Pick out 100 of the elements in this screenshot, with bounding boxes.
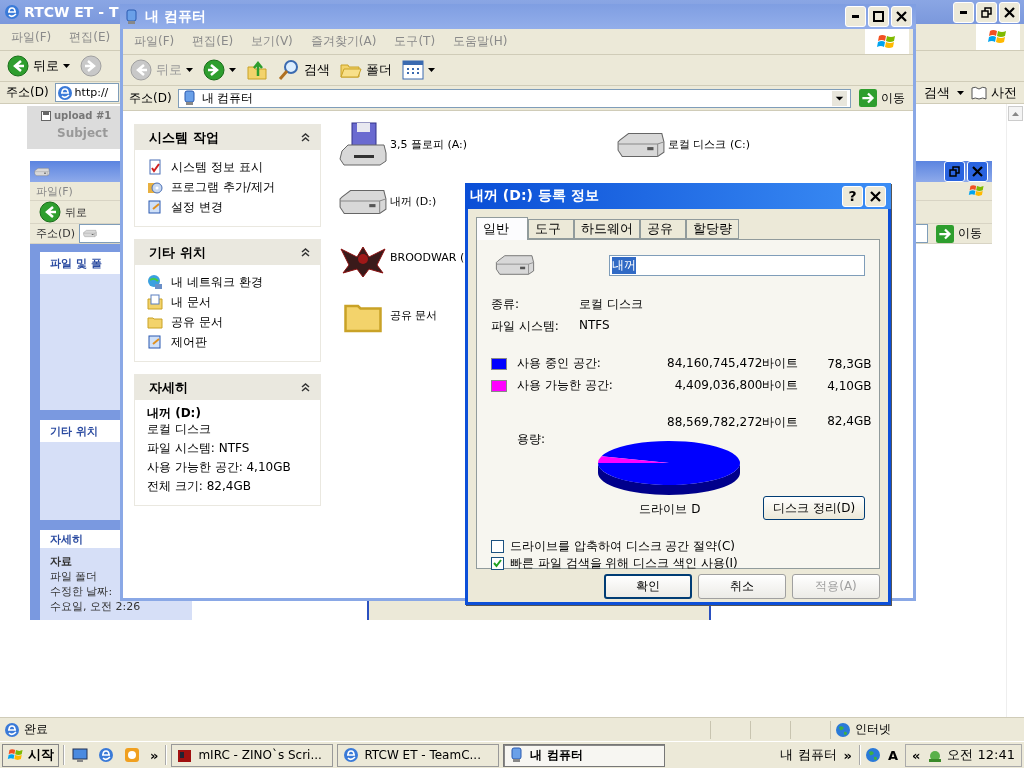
ime-indicator[interactable]: A	[884, 747, 901, 763]
hard-drive-icon	[616, 130, 666, 160]
browser-e-icon	[98, 747, 114, 763]
browser-e-icon	[343, 747, 360, 763]
checkbox[interactable]	[491, 540, 504, 553]
address-field[interactable]: http://	[54, 83, 119, 102]
close-button[interactable]	[865, 185, 886, 207]
window-title: 내 컴퓨터	[145, 7, 206, 26]
close-button[interactable]	[967, 161, 988, 182]
page-icon	[56, 84, 73, 101]
panel-header[interactable]: 기타 위치	[135, 240, 320, 265]
upload-label: upload #1	[41, 110, 123, 121]
panel-title: 기타 위치	[50, 423, 98, 439]
address-label: 주소(D)	[5, 84, 50, 101]
forward-button[interactable]	[77, 55, 105, 77]
dictionary-button[interactable]: 사전	[968, 83, 1020, 102]
go-button[interactable]: 이동	[932, 224, 986, 243]
close-button[interactable]	[891, 6, 912, 27]
item-label[interactable]: 공유 문서	[390, 308, 438, 323]
minimize-button[interactable]	[845, 6, 866, 27]
panel-header[interactable]: 시스템 작업	[135, 125, 320, 150]
more-chevron[interactable]: »	[147, 747, 162, 763]
dialog-title: 내꺼 (D:) 등록 정보	[470, 187, 599, 205]
item-label[interactable]: 로컬 디스크 (C:)	[668, 137, 750, 152]
task-link[interactable]: 내 문서	[147, 293, 310, 311]
folders-button[interactable]: 폴더	[337, 59, 395, 81]
tab[interactable]: 도구	[528, 219, 574, 239]
more-chevron[interactable]: »	[840, 747, 855, 763]
start-button[interactable]: 시작	[2, 743, 59, 767]
item-label[interactable]: 내꺼 (D:)	[390, 194, 437, 209]
collapse-chevron-icon	[301, 383, 310, 392]
go-button[interactable]: 이동	[855, 89, 909, 107]
tab[interactable]: 공유	[640, 219, 686, 239]
desktop-icon	[72, 747, 88, 763]
task-link[interactable]: 내 네트워크 환경	[147, 273, 310, 291]
minimize-button[interactable]	[953, 1, 974, 23]
item-label[interactable]: BROODWAR (	[390, 251, 465, 264]
help-button[interactable]: ?	[842, 185, 863, 207]
globe-icon	[864, 747, 881, 763]
up-folder-icon	[246, 59, 268, 81]
search-button[interactable]: 검색	[921, 83, 953, 102]
item-label[interactable]: 3,5 플로피 (A:)	[390, 137, 468, 152]
scroll-up-button[interactable]	[1008, 106, 1023, 121]
dialog-button[interactable]: 확인	[604, 574, 692, 599]
dropdown-caret-icon	[186, 68, 193, 72]
subject-label: Subject	[56, 126, 109, 140]
restore-icon	[949, 166, 960, 177]
task-link[interactable]: 설정 변경	[147, 198, 310, 216]
panel-title: 자세히	[50, 531, 83, 547]
restore-icon	[981, 6, 992, 18]
back-button[interactable]: 뒤로	[36, 201, 90, 223]
detail-text: 파일 시스템: NTFS	[147, 440, 251, 457]
name-field[interactable]: 내꺼	[609, 254, 865, 276]
checkbox[interactable]	[491, 557, 504, 570]
task-link[interactable]: 제어판	[147, 333, 310, 351]
tab[interactable]: 일반	[476, 217, 528, 240]
restore-button[interactable]	[976, 1, 997, 23]
panel-header[interactable]: 자세히	[135, 375, 320, 400]
taskbar-button[interactable]: 내 컴퓨터	[503, 743, 666, 767]
views-button[interactable]	[399, 60, 438, 80]
disk-cleanup-button[interactable]: 디스크 정리(D)	[763, 496, 865, 520]
dropdown-caret-icon	[229, 68, 236, 72]
task-link[interactable]: 시스템 정보 표시	[147, 158, 310, 176]
close-button[interactable]	[999, 1, 1020, 23]
restore-button[interactable]	[944, 161, 965, 182]
address-field[interactable]: 내 컴퓨터	[177, 88, 851, 108]
book-icon	[971, 84, 987, 101]
address-label: 주소(D)	[128, 89, 173, 107]
taskbar-button[interactable]: mIRC - ZINO`s Scri...	[171, 743, 334, 767]
task-link[interactable]: 공유 문서	[147, 313, 310, 331]
page-icon	[4, 721, 20, 738]
tray-expand-button[interactable]: «	[909, 747, 924, 763]
minimize-icon	[960, 10, 967, 14]
detail-text: 수요일, 오전 2:26	[50, 599, 142, 614]
task-link[interactable]: 프로그램 추가/제거	[147, 178, 310, 196]
tab[interactable]: 할당량	[686, 219, 739, 239]
folder-icon	[147, 314, 163, 330]
computer-icon	[181, 90, 198, 106]
collapse-chevron-icon	[301, 133, 310, 142]
detail-text: 로컬 디스크	[147, 421, 212, 438]
tab[interactable]: 하드웨어	[574, 219, 640, 239]
computer-icon	[124, 8, 140, 25]
grid-view-icon	[402, 60, 424, 80]
checkbox-label: 빠른 파일 검색을 위해 디스크 색인 사용(I)	[510, 555, 738, 572]
dialog-button[interactable]: 취소	[698, 574, 786, 599]
forward-button[interactable]	[200, 59, 239, 81]
detail-name: 내꺼 (D:)	[147, 408, 202, 419]
control-panel-icon	[147, 334, 163, 350]
capacity-label: 용량:	[517, 431, 547, 448]
back-button[interactable]: 뒤로	[4, 55, 73, 77]
quick-launch-button[interactable]	[69, 747, 91, 763]
search-button[interactable]: 검색	[275, 59, 333, 81]
cd-box-icon	[147, 179, 163, 195]
globe-icon	[835, 721, 851, 738]
maximize-button[interactable]	[868, 6, 889, 27]
app-block-icon	[177, 747, 194, 763]
dropdown-caret-icon	[428, 68, 435, 72]
taskbar-button[interactable]: RTCW ET - TeamC...	[337, 743, 500, 767]
document-check-icon	[147, 159, 163, 175]
maximize-icon	[873, 11, 884, 22]
